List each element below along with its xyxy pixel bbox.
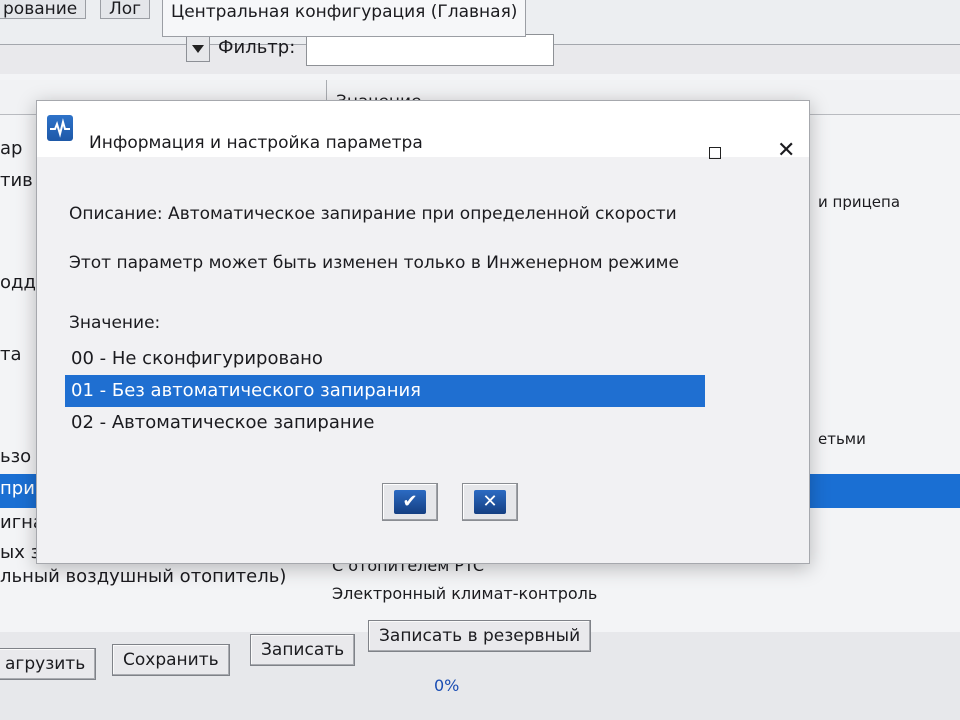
cancel-button[interactable]: ✕ xyxy=(462,483,518,521)
list-item[interactable]: ых з xyxy=(0,542,40,563)
tab-log[interactable]: Лог xyxy=(100,0,151,19)
save-button[interactable]: Сохранить xyxy=(112,644,230,676)
tab-editing[interactable]: рование xyxy=(0,0,87,19)
ok-button[interactable]: ✔ xyxy=(382,483,438,521)
list-item[interactable]: одд xyxy=(0,272,36,293)
parameter-dialog: Информация и настройка параметра ✕ Описа… xyxy=(36,100,810,564)
write-button[interactable]: Записать xyxy=(250,634,356,666)
option-01[interactable]: 01 - Без автоматического запирания xyxy=(65,375,705,407)
dialog-titlebar[interactable]: Информация и настройка параметра ✕ xyxy=(37,101,809,162)
close-icon[interactable]: ✕ xyxy=(777,140,795,162)
maximize-icon[interactable] xyxy=(709,147,721,159)
filter-input[interactable] xyxy=(306,34,554,66)
value-cell[interactable]: етьми xyxy=(818,430,866,448)
list-item[interactable]: ьзо xyxy=(0,446,31,467)
heater-param-label[interactable]: льный воздушный отопитель) xyxy=(0,566,286,587)
value-label: Значение: xyxy=(69,313,161,333)
write-backup-button[interactable]: Записать в резервный xyxy=(368,620,592,652)
list-item[interactable]: тив xyxy=(0,170,33,191)
value-options-list[interactable]: 00 - Не сконфигурировано 01 - Без автома… xyxy=(65,343,705,455)
dialog-title: Информация и настройка параметра xyxy=(89,133,423,153)
list-item[interactable]: ар xyxy=(0,138,22,159)
progress-percent: 0% xyxy=(434,676,460,695)
dropdown-arrow-button[interactable] xyxy=(186,34,210,62)
climate-param-value[interactable]: Электронный климат-контроль xyxy=(332,584,597,603)
app-icon xyxy=(47,115,73,141)
x-icon: ✕ xyxy=(474,490,506,514)
list-item[interactable]: та xyxy=(0,344,22,365)
filter-label: Фильтр: xyxy=(218,37,296,58)
tab-central-config[interactable]: Центральная конфигурация (Главная) xyxy=(162,0,527,37)
selected-row-label: при xyxy=(0,478,35,499)
checkmark-icon: ✔ xyxy=(394,490,426,514)
option-02[interactable]: 02 - Автоматическое запирание xyxy=(65,407,705,439)
option-00[interactable]: 00 - Не сконфигурировано xyxy=(65,343,705,375)
engineering-mode-note: Этот параметр может быть изменен только … xyxy=(69,253,679,273)
value-cell[interactable]: и прицепа xyxy=(818,193,900,211)
parameter-description: Описание: Автоматическое запирание при о… xyxy=(69,204,677,224)
load-button[interactable]: агрузить xyxy=(0,648,97,680)
